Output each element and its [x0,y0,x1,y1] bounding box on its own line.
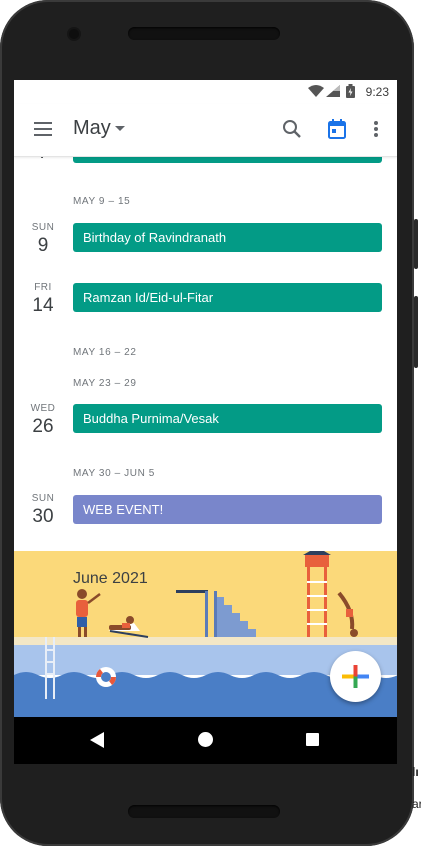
recents-icon[interactable] [306,733,319,746]
event-chip[interactable]: WEB EVENT! [73,495,382,524]
volume-button [414,219,418,269]
week-header: MAY 23 – 29 [73,378,137,389]
front-camera [69,29,79,39]
create-event-fab[interactable] [330,651,381,702]
bottom-speaker [128,805,280,818]
power-button [414,296,418,368]
day-number: 9 [37,235,49,256]
phone-frame: 9:23 May MAY 9 – 15 SUN 9 Birthday of Ra… [0,0,418,846]
week-header: MAY 30 – JUN 5 [73,468,155,479]
top-speaker [128,27,280,40]
menu-icon[interactable] [34,122,52,136]
more-vert-icon[interactable] [374,121,378,137]
day-of-week: FRI [34,282,52,293]
day-of-week: WED [30,403,56,414]
wifi-icon [308,85,324,97]
back-icon[interactable] [90,732,104,748]
day-number: 26 [32,416,54,437]
home-icon[interactable] [198,732,213,747]
status-bar: 9:23 [14,80,397,104]
signal-icon [326,85,340,97]
event-chip-partial[interactable] [73,156,382,163]
day-number-partial: 7 [14,156,72,164]
system-nav-bar [14,717,397,764]
illustration-month-label: June 2021 [73,570,148,587]
day-of-week: SUN [31,493,55,504]
phone-screen: 9:23 May MAY 9 – 15 SUN 9 Birthday of Ra… [14,80,397,764]
app-bar: May [14,104,397,157]
day-of-week: SUN [31,222,55,233]
week-header: MAY 9 – 15 [73,196,131,207]
add-plus-icon [342,665,369,688]
calendar-today-icon[interactable] [328,119,346,139]
background-text-fragment: ar [412,797,421,811]
status-time: 9:23 [365,85,389,99]
event-chip[interactable]: Buddha Purnima/Vesak [73,404,382,433]
battery-charging-icon [346,84,355,98]
week-header: MAY 16 – 22 [73,347,137,358]
schedule-list: 7 MAY 9 – 15 SUN 9 Birthday of Ravindran… [14,156,397,551]
event-chip[interactable]: Ramzan Id/Eid-ul-Fitar [73,283,382,312]
search-icon[interactable] [282,119,302,139]
day-number: 14 [32,295,54,316]
day-number: 30 [32,506,54,527]
month-title[interactable]: May [73,117,111,140]
chevron-down-icon[interactable] [115,126,125,131]
event-chip[interactable]: Birthday of Ravindranath [73,223,382,252]
background-text-fragment: lı [412,765,419,779]
